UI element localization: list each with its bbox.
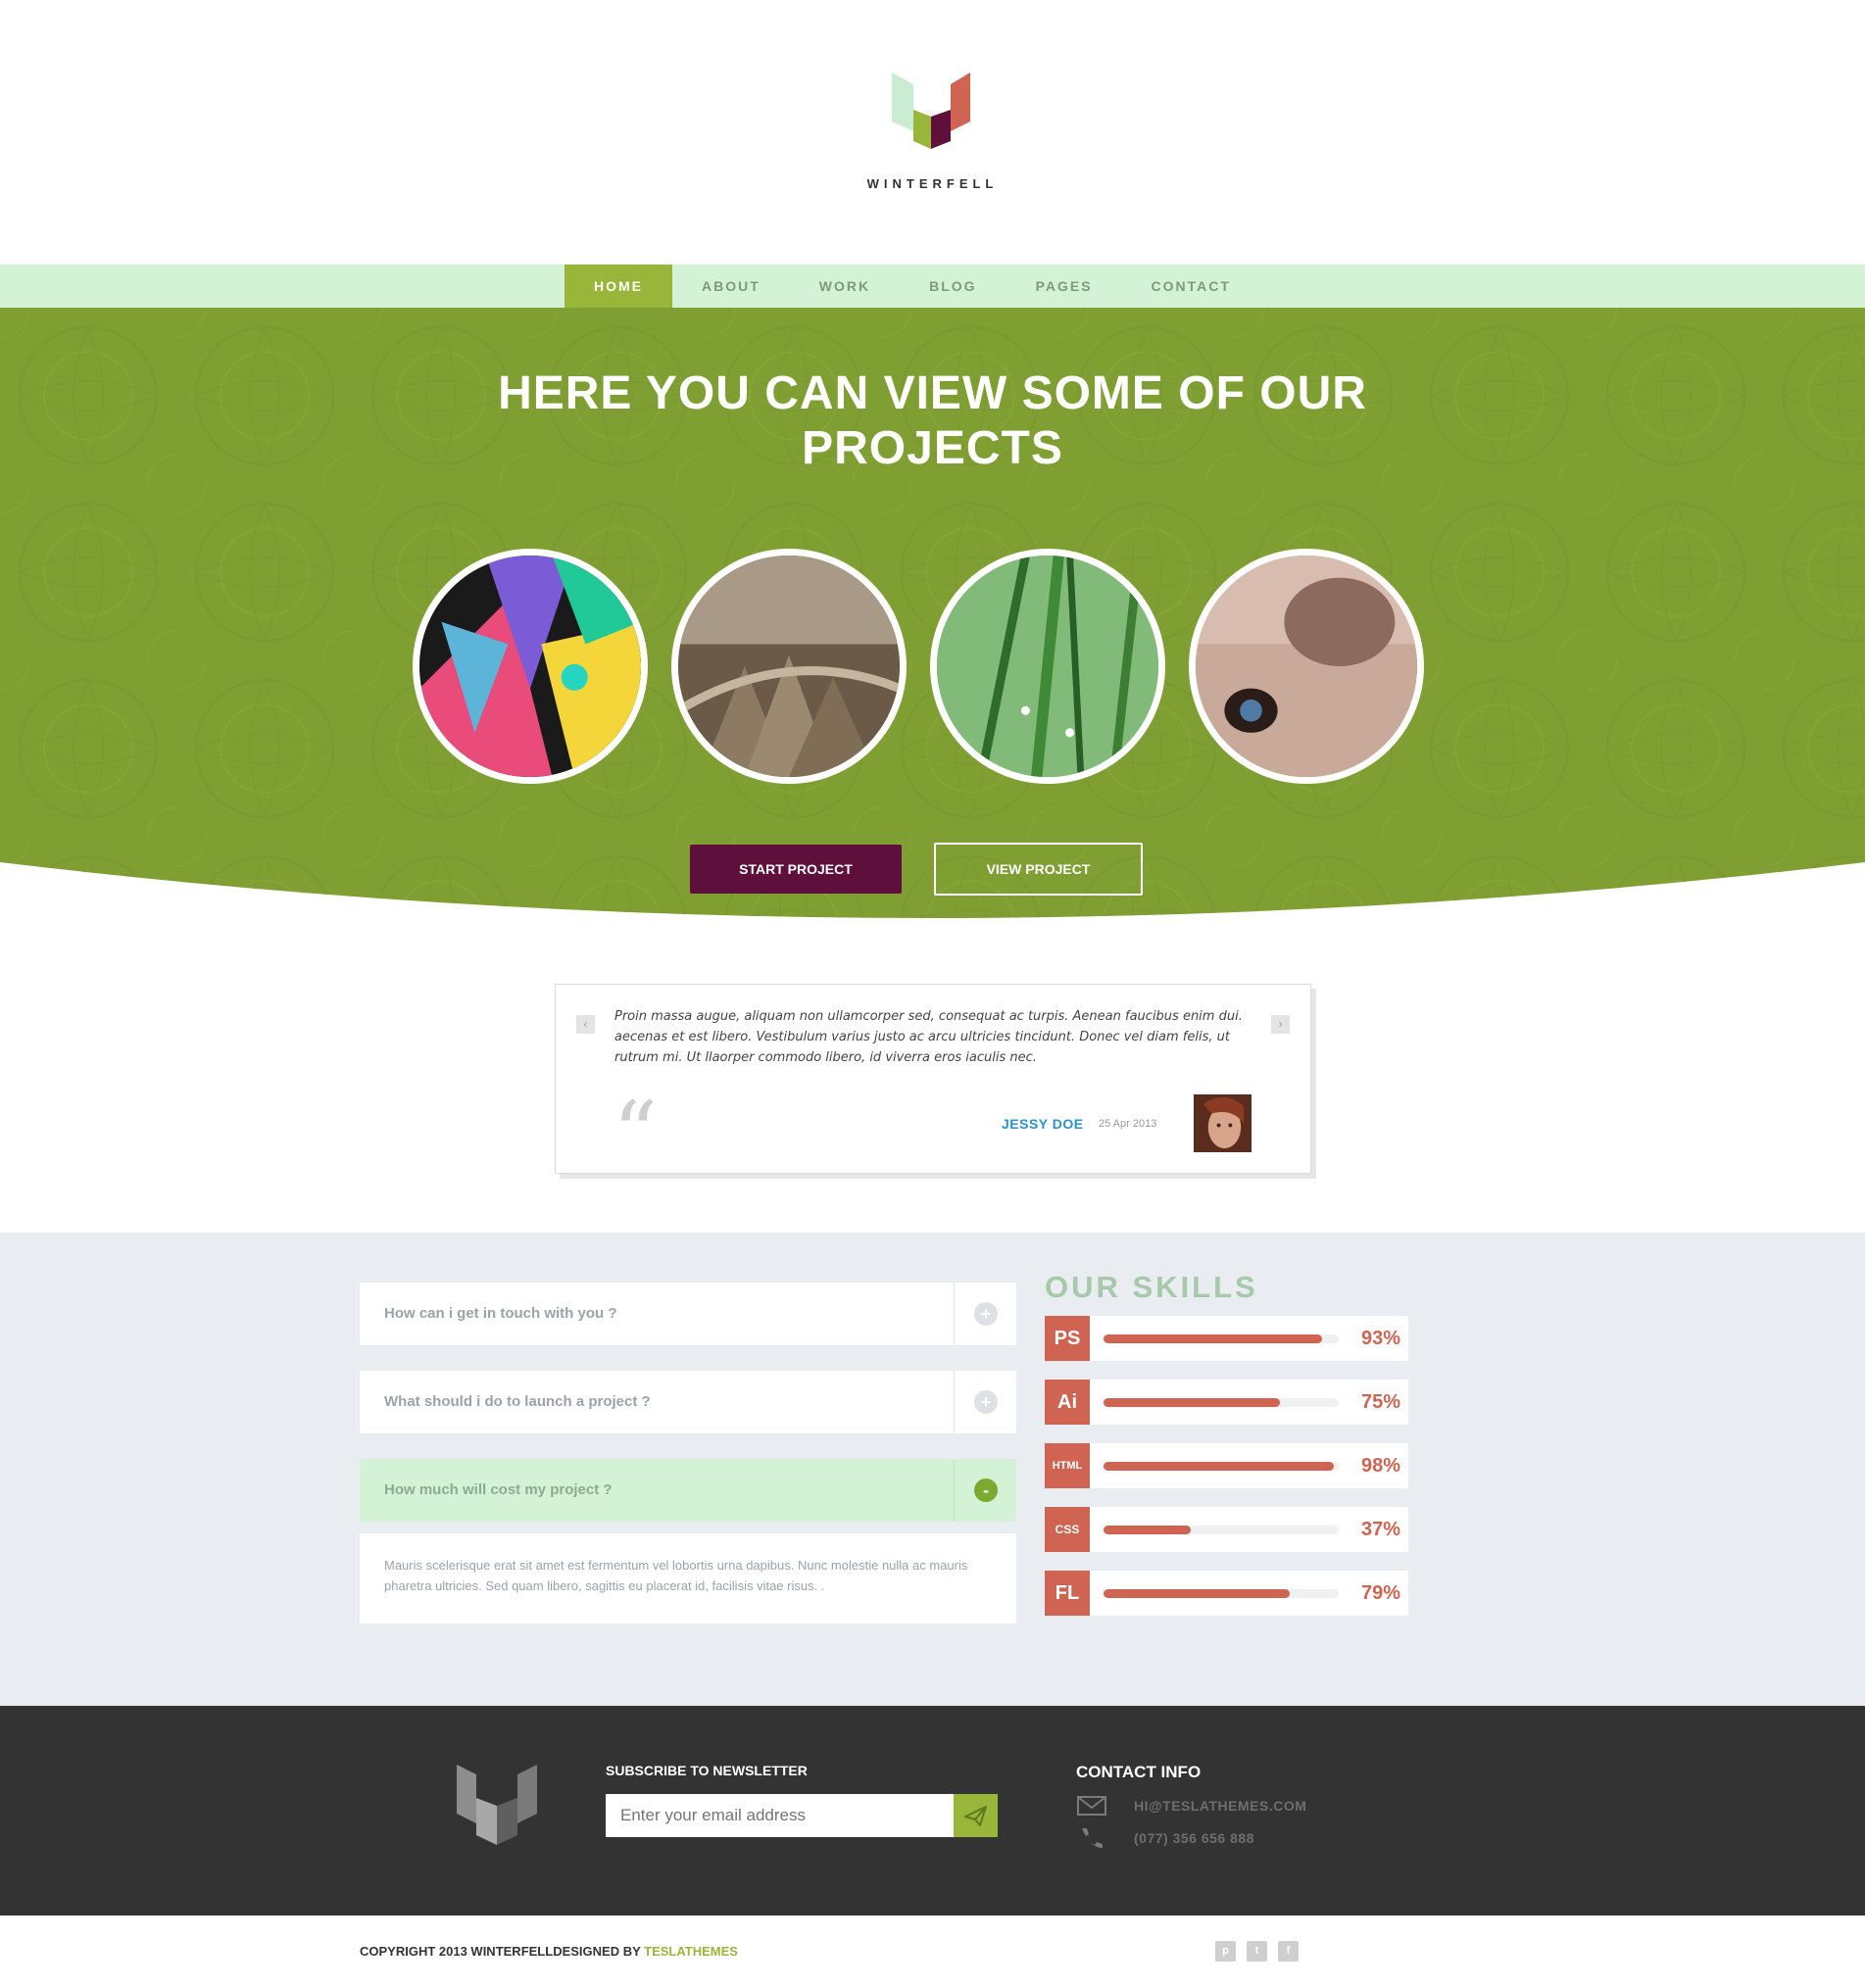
skill-bar-track xyxy=(1104,1589,1339,1598)
quote-icon: “ xyxy=(613,1083,659,1186)
newsletter-title: SUBSCRIBE TO NEWSLETTER xyxy=(606,1763,808,1778)
skill-row: CSS 37% xyxy=(1045,1507,1408,1552)
skill-bar-track xyxy=(1104,1462,1339,1471)
contact-email[interactable]: HI@TESLATHEMES.COM xyxy=(1134,1798,1306,1814)
skill-bar-track xyxy=(1104,1398,1339,1407)
skill-icon: CSS xyxy=(1045,1507,1090,1552)
contact-info-title: CONTACT INFO xyxy=(1076,1763,1202,1781)
skill-percent: 98% xyxy=(1360,1455,1400,1477)
site-footer: SUBSCRIBE TO NEWSLETTER CONTACT INFO HI@… xyxy=(0,1706,1865,1915)
testimonial-prev-arrow[interactable]: ‹ xyxy=(576,1015,595,1034)
pinterest-icon[interactable]: p xyxy=(1215,1941,1236,1962)
brand-name: WINTERFELL xyxy=(866,176,999,191)
nav-blog[interactable]: BLOG xyxy=(900,265,1006,308)
expand-icon[interactable]: + xyxy=(974,1390,998,1414)
skill-icon: HTML xyxy=(1045,1443,1090,1488)
winterfell-logo[interactable] xyxy=(887,71,975,154)
skill-row: HTML 98% xyxy=(1045,1443,1408,1488)
site-header: WINTERFELL xyxy=(0,0,1865,265)
skill-bar-track xyxy=(1104,1334,1339,1343)
skill-percent: 93% xyxy=(1360,1328,1400,1349)
bottom-bar: COPYRIGHT 2013 WINTERFELLDESIGNED BY TES… xyxy=(0,1915,1865,1988)
teslathemes-link[interactable]: TESLATHEMES xyxy=(644,1944,738,1959)
skills-title: OUR SKILLS xyxy=(1045,1270,1258,1304)
newsletter-send-button[interactable] xyxy=(954,1794,998,1837)
project-image-3[interactable] xyxy=(930,549,1165,784)
view-project-button[interactable]: VIEW PROJECT xyxy=(934,843,1143,896)
skill-row: FL 79% xyxy=(1045,1571,1408,1616)
author-avatar xyxy=(1194,1094,1252,1152)
testimonial-card: ‹ › Proin massa augue, aliquam non ullam… xyxy=(555,984,1311,1179)
skill-percent: 79% xyxy=(1360,1582,1400,1604)
faq-question: How much will cost my project ? xyxy=(384,1481,613,1498)
project-image-2[interactable] xyxy=(671,549,907,784)
testimonial-author[interactable]: JESSY DOE xyxy=(1002,1116,1084,1132)
skill-bar-fill xyxy=(1104,1398,1280,1407)
testimonial-text: Proin massa augue, aliquam non ullamcorp… xyxy=(614,1009,1243,1065)
skill-bar-track xyxy=(1104,1526,1339,1534)
newsletter-email-input[interactable] xyxy=(606,1794,954,1837)
contact-phone[interactable]: (077) 356 656 888 xyxy=(1134,1830,1254,1846)
skill-percent: 37% xyxy=(1360,1519,1400,1540)
faq-item-2[interactable]: What should i do to launch a project ? + xyxy=(360,1371,1016,1433)
tumblr-icon[interactable]: t xyxy=(1247,1941,1267,1962)
nav-home[interactable]: HOME xyxy=(564,265,672,308)
expand-icon[interactable]: + xyxy=(974,1302,998,1326)
skill-row: Ai 75% xyxy=(1045,1380,1408,1425)
paper-plane-icon xyxy=(964,1806,987,1826)
skill-bar-fill xyxy=(1104,1526,1191,1534)
faq-item-3[interactable]: How much will cost my project ? - xyxy=(360,1459,1016,1522)
faq-question: How can i get in touch with you ? xyxy=(384,1305,617,1322)
testimonial-next-arrow[interactable]: › xyxy=(1271,1015,1290,1034)
start-project-button[interactable]: START PROJECT xyxy=(690,845,902,894)
skill-bar-fill xyxy=(1104,1462,1335,1471)
testimonial-date: 25 Apr 2013 xyxy=(1099,1118,1157,1130)
skill-percent: 75% xyxy=(1360,1391,1400,1413)
nav-contact[interactable]: CONTACT xyxy=(1122,265,1260,308)
project-image-4[interactable] xyxy=(1189,549,1424,784)
skill-icon: PS xyxy=(1045,1316,1090,1361)
skill-icon: Ai xyxy=(1045,1380,1090,1425)
envelope-icon xyxy=(1077,1796,1106,1816)
collapse-icon[interactable]: - xyxy=(974,1479,998,1502)
skill-bar-fill xyxy=(1104,1334,1323,1343)
faq-question: What should i do to launch a project ? xyxy=(384,1393,651,1410)
copyright-prefix: COPYRIGHT 2013 WINTERFELLDESIGNED BY xyxy=(360,1944,645,1959)
footer-logo[interactable] xyxy=(457,1765,537,1845)
nav-work[interactable]: WORK xyxy=(790,265,900,308)
nav-about[interactable]: ABOUT xyxy=(672,265,790,308)
skill-row: PS 93% xyxy=(1045,1316,1408,1361)
faq-item-1[interactable]: How can i get in touch with you ? + xyxy=(360,1283,1016,1345)
hero-title: HERE YOU CAN VIEW SOME OF OUR PROJECTS xyxy=(498,367,1367,474)
hero-section: HERE YOU CAN VIEW SOME OF OUR PROJECTS S… xyxy=(0,308,1865,945)
skill-icon: FL xyxy=(1045,1571,1090,1616)
skill-bar-fill xyxy=(1104,1589,1290,1598)
project-image-1[interactable] xyxy=(413,549,648,784)
main-navigation: HOME ABOUT WORK BLOG PAGES CONTACT xyxy=(0,265,1865,308)
faq-answer: Mauris scelerisque erat sit amet est fer… xyxy=(360,1533,1016,1624)
phone-icon xyxy=(1082,1828,1103,1848)
facebook-icon[interactable]: f xyxy=(1278,1941,1299,1962)
nav-pages[interactable]: PAGES xyxy=(1006,265,1122,308)
copyright-text: COPYRIGHT 2013 WINTERFELLDESIGNED BY TES… xyxy=(360,1944,738,1959)
